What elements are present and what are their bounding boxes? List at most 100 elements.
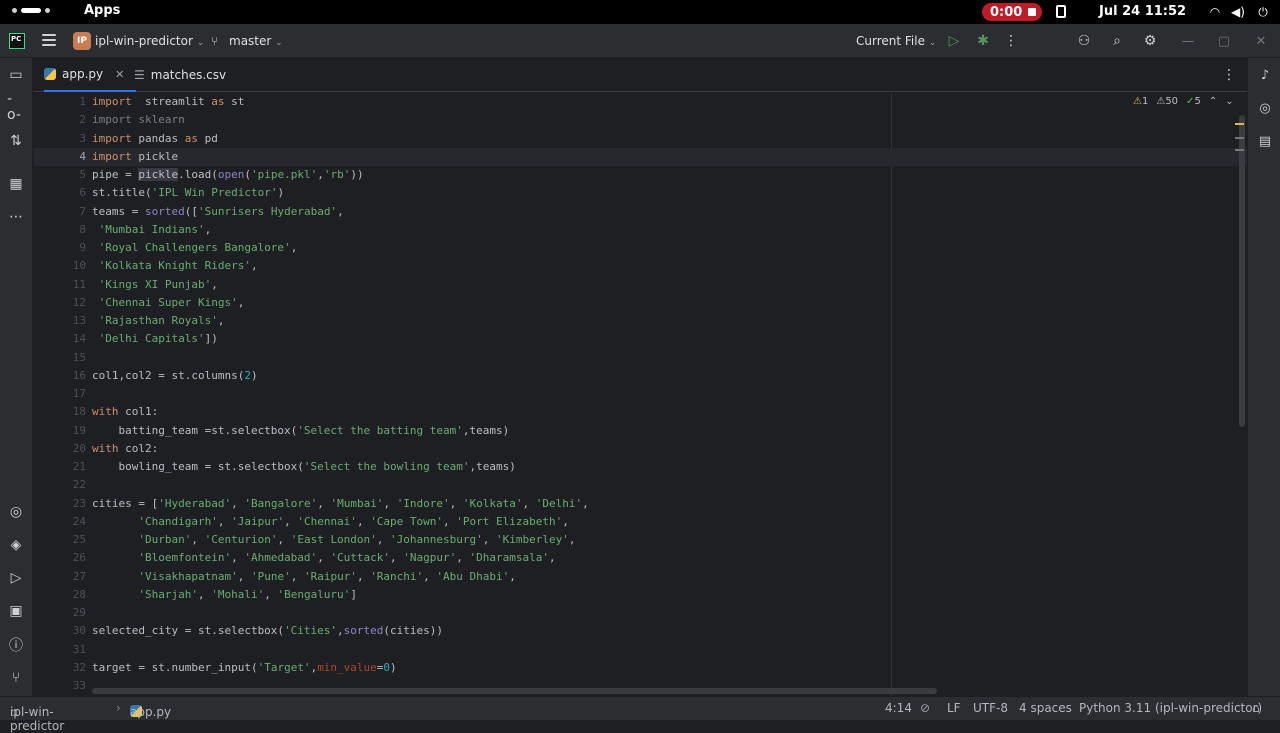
caret-position[interactable]: 4:14 — [885, 701, 912, 715]
line-number[interactable]: 21 — [34, 458, 86, 476]
code-line[interactable]: 22 — [34, 476, 1247, 494]
code-with-me-icon[interactable]: ⚇ — [1075, 32, 1093, 50]
indent-settings[interactable]: 4 spaces — [1019, 701, 1072, 715]
line-number[interactable]: 29 — [34, 604, 86, 622]
inspection-widget[interactable]: ⚠1 ⚠50 ✓5 ⌃ ⌄ — [1133, 96, 1234, 107]
line-number[interactable]: 23 — [34, 495, 86, 513]
line-number[interactable]: 11 — [34, 276, 86, 294]
line-number[interactable]: 24 — [34, 513, 86, 531]
code-line[interactable]: 15 — [34, 349, 1247, 367]
line-number[interactable]: 17 — [34, 385, 86, 403]
tab-actions-more-icon[interactable]: ⋮ — [1222, 67, 1236, 83]
line-number[interactable]: 4 — [34, 148, 86, 166]
code-line[interactable]: 11 'Kings XI Punjab', — [34, 276, 1247, 294]
chevron-down-icon[interactable]: ⌄ — [1225, 96, 1233, 107]
git-icon[interactable]: ⑂ — [7, 669, 25, 687]
close-window-button[interactable]: ✕ — [1252, 32, 1270, 50]
line-number[interactable]: 5 — [34, 166, 86, 184]
python-console-icon[interactable]: ◎ — [7, 503, 25, 521]
code-line[interactable]: 16 col1,col2 = st.columns(2) — [34, 367, 1247, 385]
code-line[interactable]: 31 — [34, 641, 1247, 659]
code-line[interactable]: 7 teams = sorted(['Sunrisers Hyderabad', — [34, 203, 1247, 221]
line-number[interactable]: 12 — [34, 294, 86, 312]
project-switcher[interactable]: ipl-win-predictor ⌄ — [95, 34, 204, 48]
code-editor[interactable]: 1 import streamlit as st 2 import sklearn 3 i… — [34, 93, 1247, 696]
apps-button[interactable]: Apps — [84, 3, 120, 18]
code-line[interactable]: 21 bowling_team = st.selectbox('Select t… — [34, 458, 1247, 476]
clock[interactable]: Jul 24 11:52 — [1099, 4, 1186, 19]
line-number[interactable]: 3 — [34, 130, 86, 148]
line-number[interactable]: 20 — [34, 440, 86, 458]
database-icon[interactable]: ▤ — [1256, 132, 1274, 150]
volume-icon[interactable]: ◀) — [1230, 4, 1246, 20]
line-number[interactable]: 33 — [34, 677, 86, 695]
warning-marker[interactable] — [1235, 123, 1244, 125]
code-line[interactable]: 32 target = st.number_input('Target',min_… — [34, 659, 1247, 677]
code-line[interactable]: 28 'Sharjah', 'Mohali', 'Bengaluru'] — [34, 586, 1247, 604]
file-encoding[interactable]: UTF-8 — [973, 701, 1008, 715]
code-line[interactable]: 19 batting_team =st.selectbox('Select th… — [34, 422, 1247, 440]
code-line[interactable]: 23 cities = ['Hyderabad', 'Bangalore', 'M… — [34, 495, 1247, 513]
code-line[interactable]: 27 'Visakhapatnam', 'Pune', 'Raipur', 'R… — [34, 568, 1247, 586]
pull-requests-icon[interactable]: ⇅ — [7, 132, 25, 150]
line-number[interactable]: 10 — [34, 257, 86, 275]
code-line[interactable]: 29 — [34, 604, 1247, 622]
code-line[interactable]: 14 'Delhi Capitals']) — [34, 330, 1247, 348]
line-separator[interactable]: LF — [947, 701, 961, 715]
line-number[interactable]: 15 — [34, 349, 86, 367]
terminal-icon[interactable]: ▣ — [7, 602, 25, 620]
weak-warning-marker[interactable] — [1235, 137, 1244, 139]
commit-icon[interactable]: -o- — [7, 91, 25, 123]
power-icon[interactable]: ⏻ — [1255, 4, 1271, 20]
line-number[interactable]: 1 — [34, 93, 86, 111]
code-line[interactable]: 30 selected_city = st.selectbox('Cities',… — [34, 622, 1247, 640]
code-line[interactable]: 10 'Kolkata Knight Riders', — [34, 257, 1247, 275]
weak-warning-marker[interactable] — [1235, 149, 1244, 151]
code-line[interactable]: 25 'Durban', 'Centurion', 'East London',… — [34, 531, 1247, 549]
wifi-icon[interactable]: ◠ — [1207, 4, 1223, 20]
line-number[interactable]: 8 — [34, 221, 86, 239]
code-line[interactable]: 6 st.title('IPL Win Predictor') — [34, 184, 1247, 202]
line-number[interactable]: 32 — [34, 659, 86, 677]
code-line[interactable]: 3 import pandas as pd — [34, 130, 1247, 148]
line-number[interactable]: 9 — [34, 239, 86, 257]
vertical-scrollbar[interactable] — [1239, 115, 1245, 427]
run-configuration-selector[interactable]: Current File ⌄ — [856, 34, 936, 48]
line-number[interactable]: 27 — [34, 568, 86, 586]
screen-recording-indicator[interactable]: 0:00 — [982, 3, 1042, 21]
line-number[interactable]: 13 — [34, 312, 86, 330]
horizontal-scrollbar[interactable] — [92, 688, 937, 694]
line-number[interactable]: 14 — [34, 330, 86, 348]
more-icon[interactable]: ⋯ — [7, 208, 25, 226]
debug-icon[interactable]: ✱ — [974, 32, 992, 50]
minimize-window-button[interactable]: — — [1179, 32, 1197, 50]
services-icon[interactable]: ▷ — [7, 569, 25, 587]
tab-app-py[interactable]: app.py ✕ — [44, 58, 136, 92]
code-line[interactable]: 12 'Chennai Super Kings', — [34, 294, 1247, 312]
code-line[interactable]: 8 'Mumbai Indians', — [34, 221, 1247, 239]
search-icon[interactable]: ⌕ — [1108, 32, 1126, 50]
problems-icon[interactable]: ⓘ — [7, 636, 25, 654]
code-line[interactable]: 26 'Bloemfontein', 'Ahmedabad', 'Cuttack… — [34, 549, 1247, 567]
structure-icon[interactable]: ▦ — [7, 175, 25, 193]
run-icon[interactable]: ▷ — [945, 32, 963, 50]
line-number[interactable]: 18 — [34, 403, 86, 421]
code-line[interactable]: 1 import streamlit as st — [34, 93, 1247, 111]
code-line[interactable]: 17 — [34, 385, 1247, 403]
line-number[interactable]: 16 — [34, 367, 86, 385]
more-actions-icon[interactable]: ⋮ — [1002, 32, 1020, 50]
line-number[interactable]: 31 — [34, 641, 86, 659]
line-number[interactable]: 19 — [34, 422, 86, 440]
line-number[interactable]: 25 — [34, 531, 86, 549]
code-line[interactable]: 18 with col1: — [34, 403, 1247, 421]
code-line[interactable]: 13 'Rajasthan Royals', — [34, 312, 1247, 330]
notifications-icon[interactable]: ♪ — [1256, 66, 1274, 84]
line-number[interactable]: 6 — [34, 184, 86, 202]
code-line[interactable]: 24 'Chandigarh', 'Jaipur', 'Chennai', 'C… — [34, 513, 1247, 531]
settings-gear-icon[interactable]: ⚙ — [1141, 32, 1159, 50]
main-menu-icon[interactable] — [42, 34, 56, 46]
layers-icon[interactable]: ◈ — [7, 536, 25, 554]
line-number[interactable]: 30 — [34, 622, 86, 640]
code-line[interactable]: 5 pipe = pickle.load(open('pipe.pkl','rb'… — [34, 166, 1247, 184]
readonly-toggle-icon[interactable]: ⊘ — [920, 701, 930, 715]
